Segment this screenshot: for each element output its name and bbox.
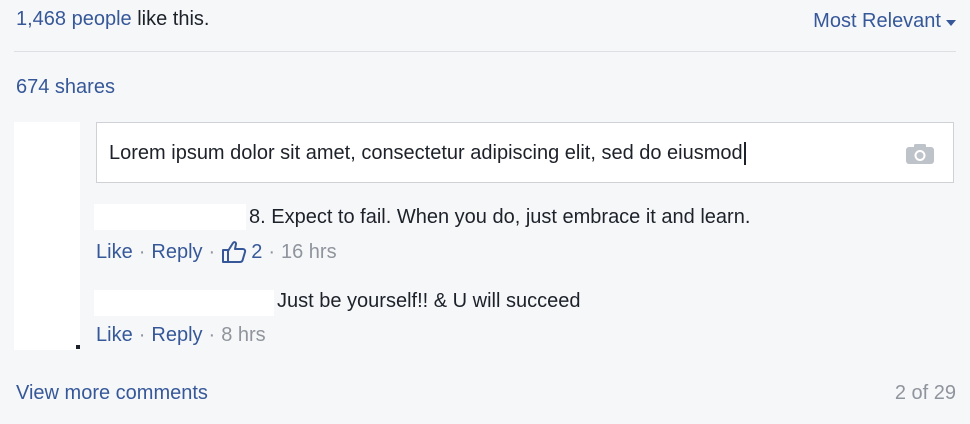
comment-timestamp[interactable]: 16 hrs	[281, 241, 337, 264]
comment-input[interactable]: Lorem ipsum dolor sit amet, consectetur …	[96, 122, 954, 183]
comment-pager: 2 of 29	[894, 382, 956, 404]
camera-icon[interactable]	[905, 143, 935, 165]
comment-actions: Like · Reply · 2 · 16 hrs	[96, 240, 337, 264]
view-more-comments-link[interactable]: View more comments	[16, 382, 208, 405]
comment-actions: Like · Reply · 8 hrs	[96, 324, 266, 347]
separator: ·	[138, 324, 146, 346]
like-link[interactable]: Like	[96, 324, 133, 347]
sort-label: Most Relevant	[813, 10, 941, 32]
thumbs-up-icon[interactable]	[221, 240, 247, 264]
separator: ·	[138, 240, 146, 263]
reaction-count[interactable]: 2	[251, 241, 262, 264]
shares-link[interactable]: 674 shares	[16, 76, 115, 99]
likes-summary: 1,468 people like this.	[16, 8, 209, 31]
separator: ·	[208, 324, 216, 346]
commenter-name-redacted	[94, 290, 274, 316]
separator: ·	[268, 240, 275, 263]
reply-link[interactable]: Reply	[151, 241, 202, 264]
reply-link[interactable]: Reply	[151, 324, 202, 347]
comment-text: Just be yourself!! & U will succeed	[277, 290, 581, 312]
avatar	[14, 122, 80, 350]
comment-text: 8. Expect to fail. When you do, just emb…	[249, 206, 751, 228]
separator: ·	[208, 240, 216, 263]
comment-timestamp[interactable]: 8 hrs	[221, 324, 265, 347]
chevron-down-icon	[946, 20, 956, 26]
commenter-name-redacted	[94, 204, 246, 230]
divider	[14, 51, 956, 52]
sort-dropdown[interactable]: Most Relevant	[813, 10, 956, 33]
likes-count-link[interactable]: 1,468 people	[16, 8, 132, 30]
comment-input-value[interactable]: Lorem ipsum dolor sit amet, consectetur …	[109, 142, 746, 165]
likes-suffix: like this.	[131, 8, 210, 30]
like-link[interactable]: Like	[96, 241, 133, 264]
avatar-artifact	[76, 345, 80, 349]
